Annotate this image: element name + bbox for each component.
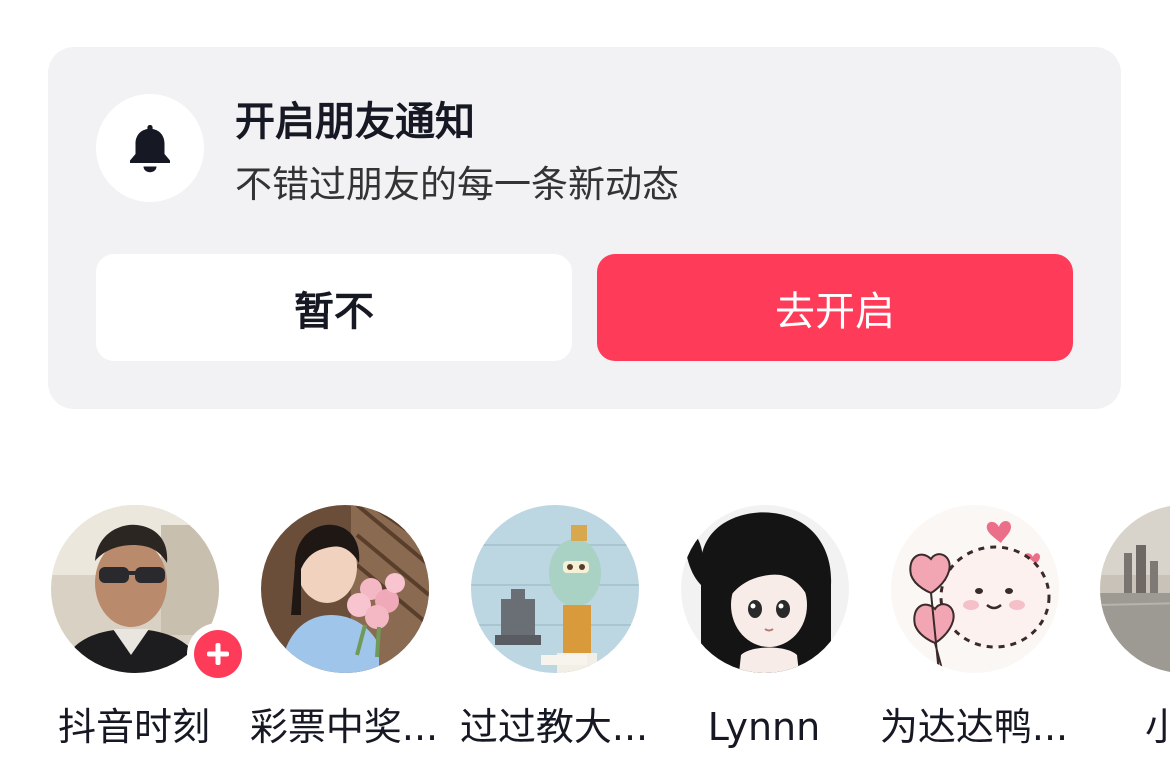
bell-icon: [130, 125, 170, 173]
friend-name: 为达达鸭...: [879, 705, 1069, 749]
notification-subtitle: 不错过朋友的每一条新动态: [235, 163, 679, 206]
friend-name: 抖音时刻: [57, 705, 210, 749]
enable-notification-button[interactable]: 去开启: [597, 254, 1073, 361]
friend-item[interactable]: 彩票中奖...: [239, 505, 449, 765]
not-now-button[interactable]: 暂不: [96, 254, 572, 361]
friend-item[interactable]: 为达达鸭...: [869, 505, 1079, 765]
friends-page: 开启朋友通知 不错过朋友的每一条新动态 暂不 去开启 抖音时刻 彩票中奖... …: [0, 0, 1170, 781]
friend-item[interactable]: 小新: [1078, 505, 1170, 765]
avatar[interactable]: [471, 505, 639, 673]
avatar[interactable]: [1100, 505, 1170, 673]
friend-item[interactable]: 抖音时刻: [29, 505, 249, 765]
avatar[interactable]: [261, 505, 429, 673]
friend-name: 彩票中奖...: [249, 705, 439, 749]
friend-name: Lynnn: [707, 705, 821, 749]
plus-icon: [194, 630, 242, 678]
friend-notification-card: 开启朋友通知 不错过朋友的每一条新动态 暂不 去开启: [48, 47, 1121, 409]
friend-name: 小新: [1144, 705, 1170, 749]
avatar[interactable]: [681, 505, 849, 673]
bell-icon-container: [96, 94, 204, 202]
avatar[interactable]: [891, 505, 1059, 673]
friend-item[interactable]: 过过教大...: [449, 505, 659, 765]
friend-item[interactable]: Lynnn: [659, 505, 869, 765]
notification-title: 开启朋友通知: [235, 99, 475, 145]
friend-name: 过过教大...: [459, 705, 649, 749]
